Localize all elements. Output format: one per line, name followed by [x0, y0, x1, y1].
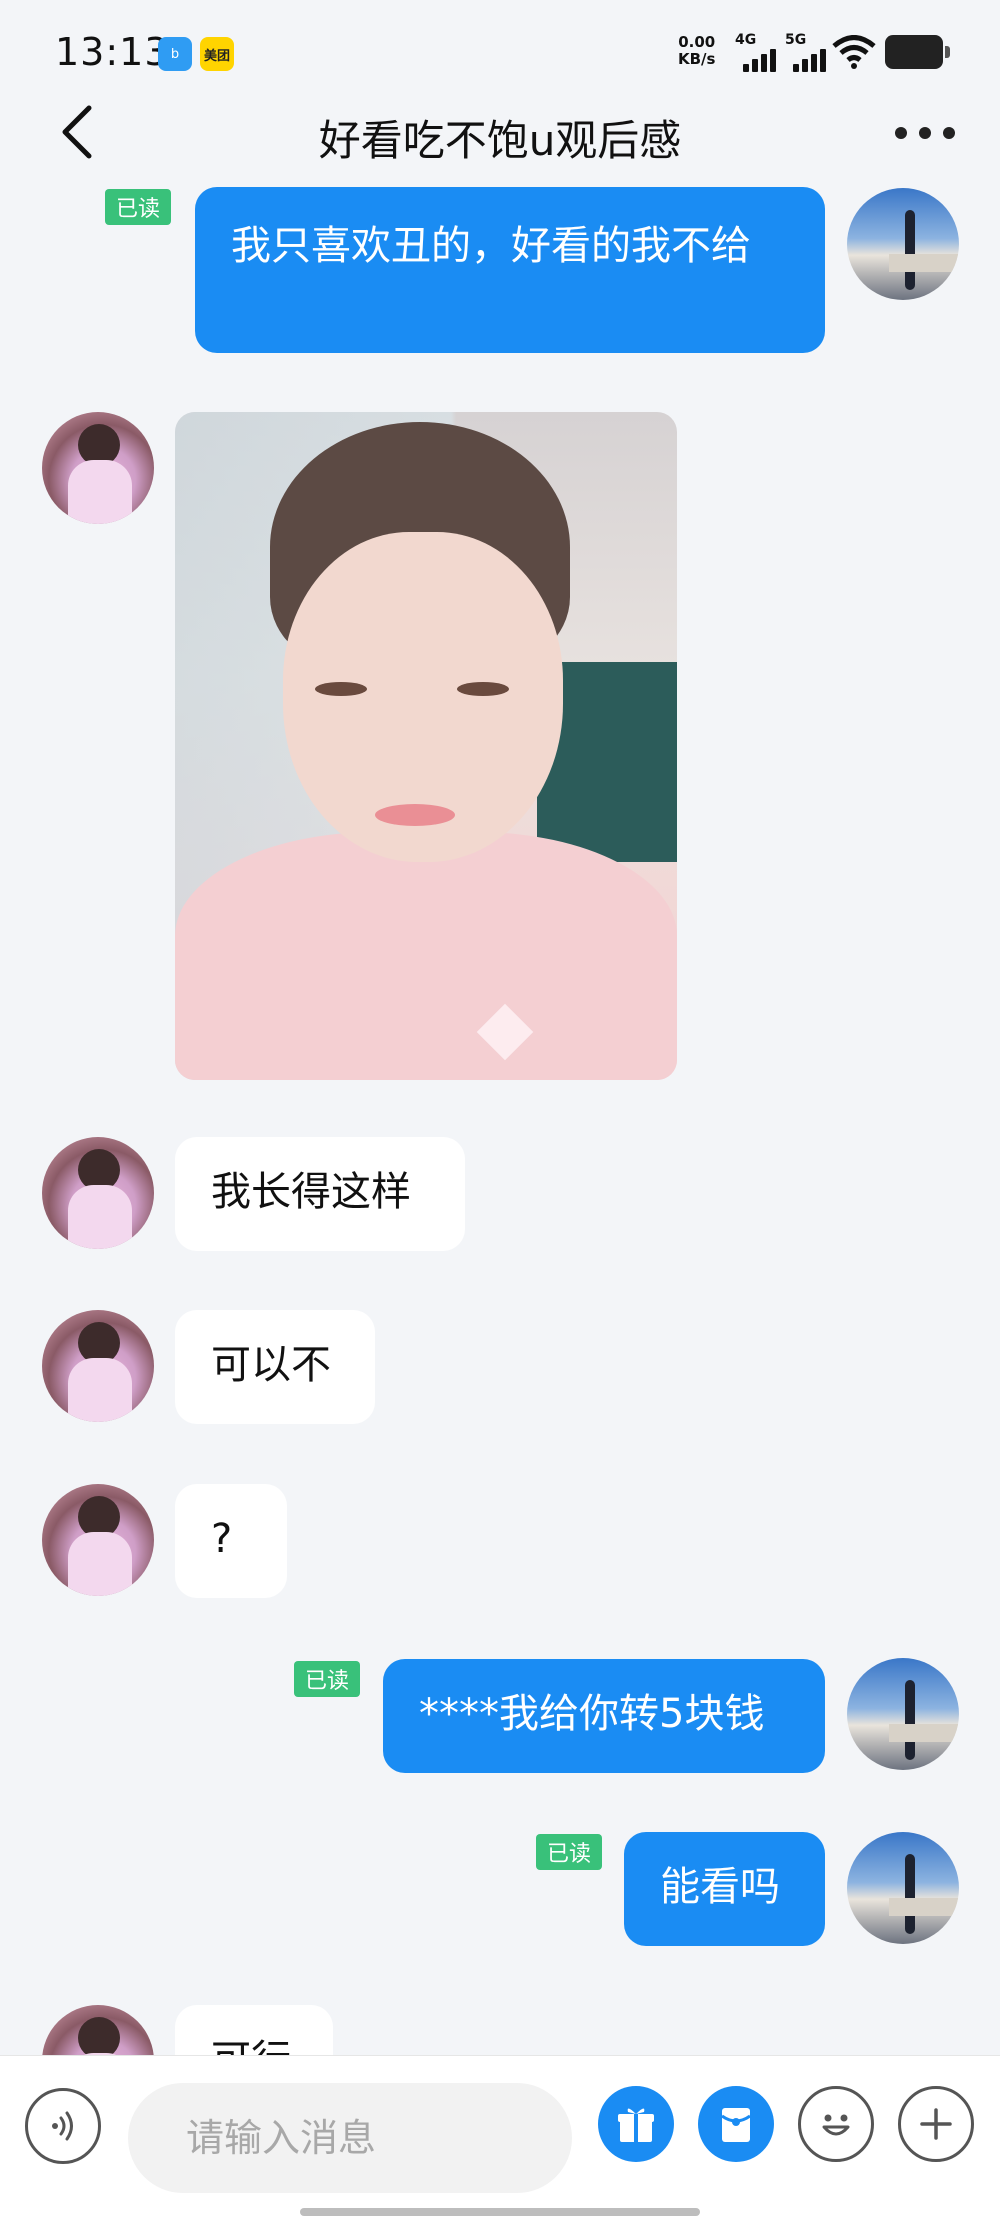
emoji-icon	[822, 2114, 850, 2136]
read-badge: 已读	[536, 1834, 602, 1870]
dot-icon	[943, 127, 955, 139]
more-options-button[interactable]	[895, 113, 955, 153]
contact-avatar[interactable]	[42, 1137, 154, 1249]
voice-icon	[52, 2111, 73, 2141]
message-bubble-other[interactable]: 可以不	[175, 1310, 375, 1424]
app-notification-icon: b	[158, 37, 192, 71]
read-badge: 已读	[294, 1661, 360, 1697]
contact-avatar[interactable]	[42, 1484, 154, 1596]
read-badge: 已读	[105, 189, 171, 225]
message-input[interactable]	[128, 2083, 572, 2193]
signal-5g-icon: 5G	[785, 32, 833, 72]
chat-title: 好看吃不饱u观后感	[318, 116, 682, 165]
home-indicator[interactable]	[300, 2208, 700, 2216]
gift-button[interactable]	[598, 2086, 674, 2162]
message-bubble-other[interactable]: 我长得这样	[175, 1137, 465, 1251]
status-bar: 13:13 b 美团 0.00 KB/s 4G 5G	[0, 0, 1000, 105]
gift-icon	[618, 2108, 654, 2142]
battery-icon	[885, 35, 950, 69]
voice-button[interactable]	[25, 2088, 101, 2164]
wifi-icon	[832, 35, 876, 69]
self-avatar[interactable]	[847, 188, 959, 300]
red-packet-button[interactable]	[698, 2086, 774, 2162]
self-avatar[interactable]	[847, 1832, 959, 1944]
red-packet-icon	[721, 2108, 751, 2142]
meituan-notification-icon: 美团	[200, 37, 234, 71]
contact-avatar[interactable]	[42, 1310, 154, 1422]
message-bubble-self[interactable]: 我只喜欢丑的，好看的我不给	[195, 187, 825, 353]
signal-4g-icon: 4G	[735, 32, 783, 72]
add-button[interactable]	[898, 2086, 974, 2162]
contact-avatar[interactable]	[42, 412, 154, 524]
message-bubble-self[interactable]: ****我给你转5块钱	[383, 1659, 825, 1773]
message-bubble-self[interactable]: 能看吗	[624, 1832, 825, 1946]
network-speed: 0.00 KB/s	[678, 33, 716, 68]
self-avatar[interactable]	[847, 1658, 959, 1770]
chat-header: 好看吃不饱u观后感	[0, 95, 1000, 190]
plus-icon	[920, 2108, 952, 2140]
message-input-bar	[0, 2055, 1000, 2222]
emoji-button[interactable]	[798, 2086, 874, 2162]
status-time: 13:13	[55, 30, 170, 74]
message-photo[interactable]	[175, 412, 677, 1080]
message-bubble-other[interactable]: ?	[175, 1484, 287, 1598]
dot-icon	[919, 127, 931, 139]
dot-icon	[895, 127, 907, 139]
